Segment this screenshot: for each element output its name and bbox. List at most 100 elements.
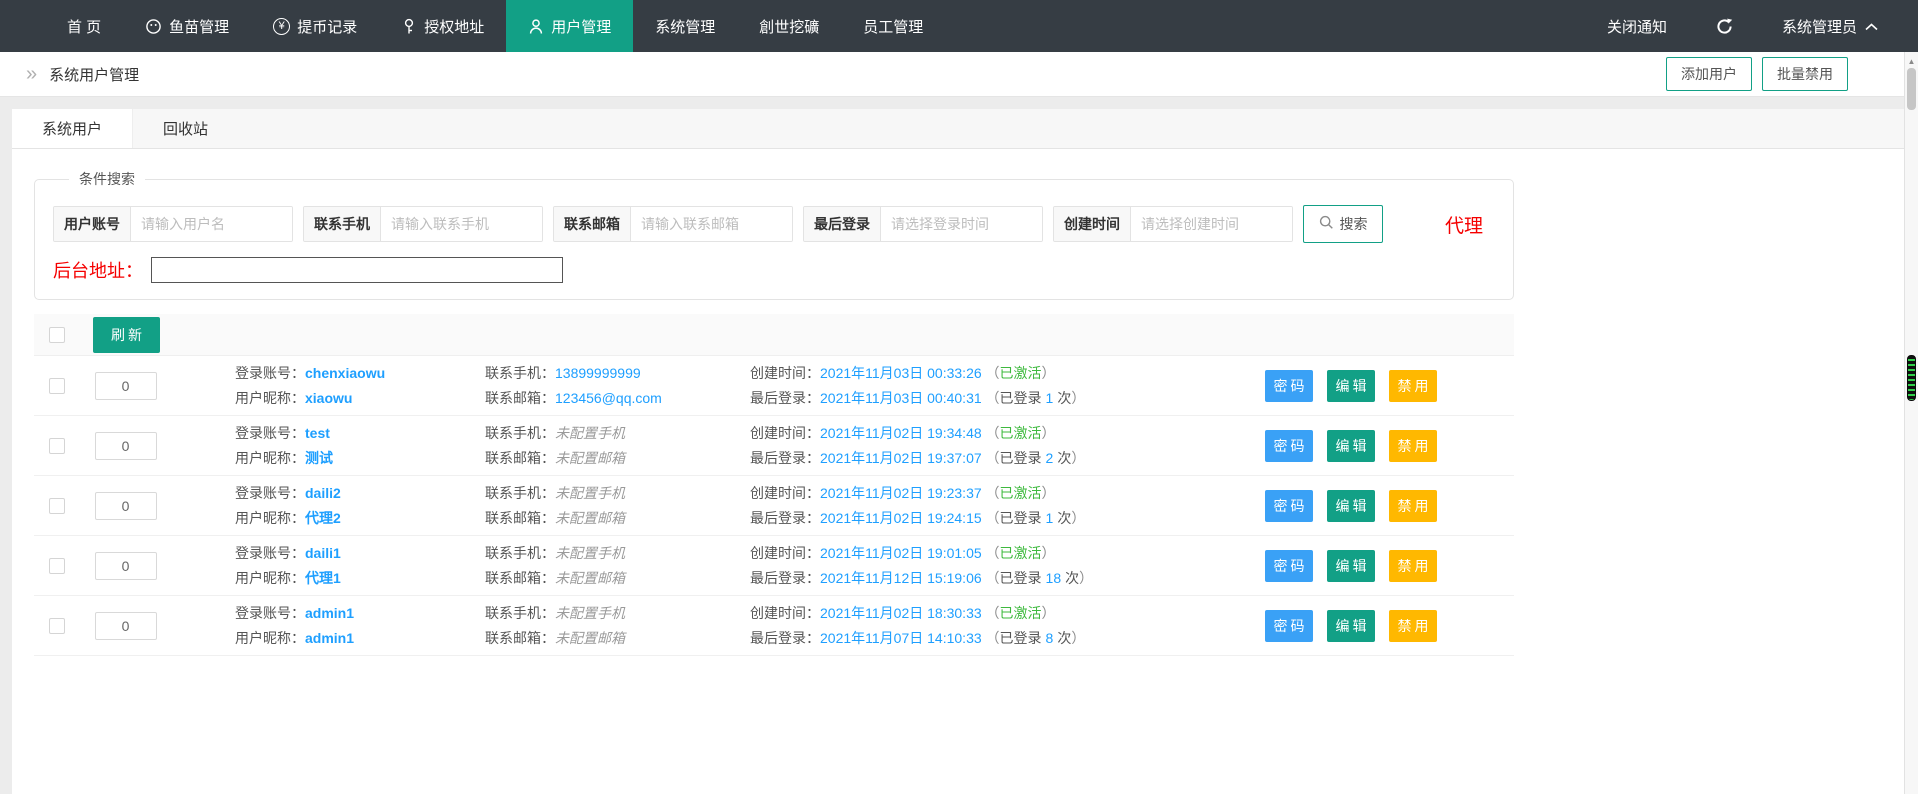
nickname-value[interactable]: admin1 xyxy=(305,630,354,646)
disable-button[interactable]: 禁用 xyxy=(1389,370,1437,402)
row-phone: 未配置手机 xyxy=(555,545,625,561)
role-tag: 代理 xyxy=(1445,211,1483,238)
login-count-value: 1 xyxy=(1046,510,1054,526)
sort-input[interactable] xyxy=(95,372,157,400)
time-cell: 创建时间：2021年11月02日 19:23:37 （已激活） 最后登录：202… xyxy=(750,481,1260,531)
contact-cell: 联系手机：13899999999 联系邮箱：123456@qq.com xyxy=(485,361,750,411)
last-login-value: 2021年11月02日 19:37:07 xyxy=(820,450,982,466)
scrollbar-up-icon[interactable]: ▲ xyxy=(1905,52,1918,66)
tab-recycle-bin[interactable]: 回收站 xyxy=(133,109,238,148)
search-button-label: 搜索 xyxy=(1340,214,1368,234)
paren: ） xyxy=(1042,365,1056,381)
row-phone: 13899999999 xyxy=(555,365,641,381)
refresh-button[interactable]: 刷新 xyxy=(93,317,160,353)
last-login-label: 最后登录： xyxy=(750,450,820,466)
disable-button[interactable]: 禁用 xyxy=(1389,430,1437,462)
email-label: 联系邮箱： xyxy=(485,510,555,526)
actions-cell: 密码 编辑 禁用 xyxy=(1265,370,1437,402)
nickname-label: 用户昵称： xyxy=(235,510,305,526)
backend-address-input[interactable] xyxy=(151,257,563,283)
nickname-value[interactable]: xiaowu xyxy=(305,390,352,406)
nav-item-genesis-mining[interactable]: 創世挖礦 xyxy=(737,0,841,52)
tab-system-users[interactable]: 系统用户 xyxy=(12,109,133,148)
sort-input[interactable] xyxy=(95,552,157,580)
actions-cell: 密码 编辑 禁用 xyxy=(1265,430,1437,462)
sort-input[interactable] xyxy=(95,492,157,520)
contact-cell: 联系手机：未配置手机 联系邮箱：未配置邮箱 xyxy=(485,601,750,651)
nav-item-label: 系统管理 xyxy=(655,16,715,37)
nickname-value[interactable]: 测试 xyxy=(305,450,333,466)
user-menu[interactable]: 系统管理员 xyxy=(1782,16,1878,37)
row-checkbox[interactable] xyxy=(49,378,65,394)
account-label: 登录账号： xyxy=(235,425,305,441)
last-login-input[interactable] xyxy=(881,207,1042,241)
account-value[interactable]: chenxiaowu xyxy=(305,365,385,381)
account-cell: 登录账号：daili1 用户昵称：代理1 xyxy=(235,541,485,591)
paren: ） xyxy=(1042,425,1056,441)
account-value[interactable]: admin1 xyxy=(305,605,354,621)
password-button[interactable]: 密码 xyxy=(1265,430,1313,462)
password-button[interactable]: 密码 xyxy=(1265,370,1313,402)
nickname-value[interactable]: 代理1 xyxy=(305,570,341,586)
password-button[interactable]: 密码 xyxy=(1265,550,1313,582)
disable-button[interactable]: 禁用 xyxy=(1389,490,1437,522)
batch-disable-button[interactable]: 批量禁用 xyxy=(1762,57,1848,91)
user-icon xyxy=(528,18,544,35)
create-time-input[interactable] xyxy=(1131,207,1292,241)
account-label: 登录账号： xyxy=(235,545,305,561)
account-value[interactable]: daili1 xyxy=(305,545,341,561)
nickname-value[interactable]: 代理2 xyxy=(305,510,341,526)
row-checkbox[interactable] xyxy=(49,558,65,574)
refresh-icon[interactable] xyxy=(1715,17,1734,36)
nav-item-authorized-address[interactable]: 授权地址 xyxy=(379,0,506,52)
vertical-scrollbar[interactable]: ▲ xyxy=(1904,52,1918,794)
search-button[interactable]: 搜索 xyxy=(1303,205,1383,243)
close-notice-link[interactable]: 关闭通知 xyxy=(1607,16,1667,37)
nav-item-withdraw-records[interactable]: ¥ 提币记录 xyxy=(251,0,379,52)
account-cell: 登录账号：chenxiaowu 用户昵称：xiaowu xyxy=(235,361,485,411)
login-count-prefix: 已登录 xyxy=(1000,390,1042,406)
field-phone-label: 联系手机 xyxy=(304,207,381,241)
password-button[interactable]: 密码 xyxy=(1265,490,1313,522)
disable-button[interactable]: 禁用 xyxy=(1389,550,1437,582)
nav-item-fry-management[interactable]: 鱼苗管理 xyxy=(123,0,251,52)
scrollbar-thumb[interactable] xyxy=(1907,68,1916,110)
account-cell: 登录账号：admin1 用户昵称：admin1 xyxy=(235,601,485,651)
edit-button[interactable]: 编辑 xyxy=(1327,610,1375,642)
account-label: 登录账号： xyxy=(235,485,305,501)
nav-item-home[interactable]: 首 页 xyxy=(45,0,123,52)
field-phone: 联系手机 xyxy=(303,206,543,242)
account-value[interactable]: test xyxy=(305,425,330,441)
last-login-value: 2021年11月12日 15:19:06 xyxy=(820,570,982,586)
select-all-checkbox[interactable] xyxy=(49,327,65,343)
sort-cell xyxy=(78,612,173,640)
paren: ） xyxy=(1071,510,1085,526)
edit-button[interactable]: 编辑 xyxy=(1327,370,1375,402)
phone-input[interactable] xyxy=(381,207,542,241)
edit-button[interactable]: 编辑 xyxy=(1327,490,1375,522)
username-input[interactable] xyxy=(131,207,292,241)
activated-badge: 已激活 xyxy=(1000,485,1042,501)
paren: （ xyxy=(986,510,1000,526)
sort-input[interactable] xyxy=(95,612,157,640)
email-input[interactable] xyxy=(631,207,792,241)
field-create-time: 创建时间 xyxy=(1053,206,1293,242)
disable-button[interactable]: 禁用 xyxy=(1389,610,1437,642)
nav-item-staff-management[interactable]: 员工管理 xyxy=(841,0,945,52)
account-label: 登录账号： xyxy=(235,605,305,621)
table-toolbar: 刷新 xyxy=(34,314,1514,356)
row-email: 未配置邮箱 xyxy=(555,510,625,526)
nav-item-system-management[interactable]: 系统管理 xyxy=(633,0,737,52)
password-button[interactable]: 密码 xyxy=(1265,610,1313,642)
add-user-button[interactable]: 添加用户 xyxy=(1666,57,1752,91)
nav-item-user-management[interactable]: 用户管理 xyxy=(506,0,633,52)
edit-button[interactable]: 编辑 xyxy=(1327,430,1375,462)
created-value: 2021年11月02日 19:01:05 xyxy=(820,545,982,561)
row-checkbox[interactable] xyxy=(49,438,65,454)
row-checkbox[interactable] xyxy=(49,498,65,514)
account-value[interactable]: daili2 xyxy=(305,485,341,501)
edit-button[interactable]: 编辑 xyxy=(1327,550,1375,582)
last-login-label: 最后登录： xyxy=(750,630,820,646)
sort-input[interactable] xyxy=(95,432,157,460)
row-checkbox[interactable] xyxy=(49,618,65,634)
